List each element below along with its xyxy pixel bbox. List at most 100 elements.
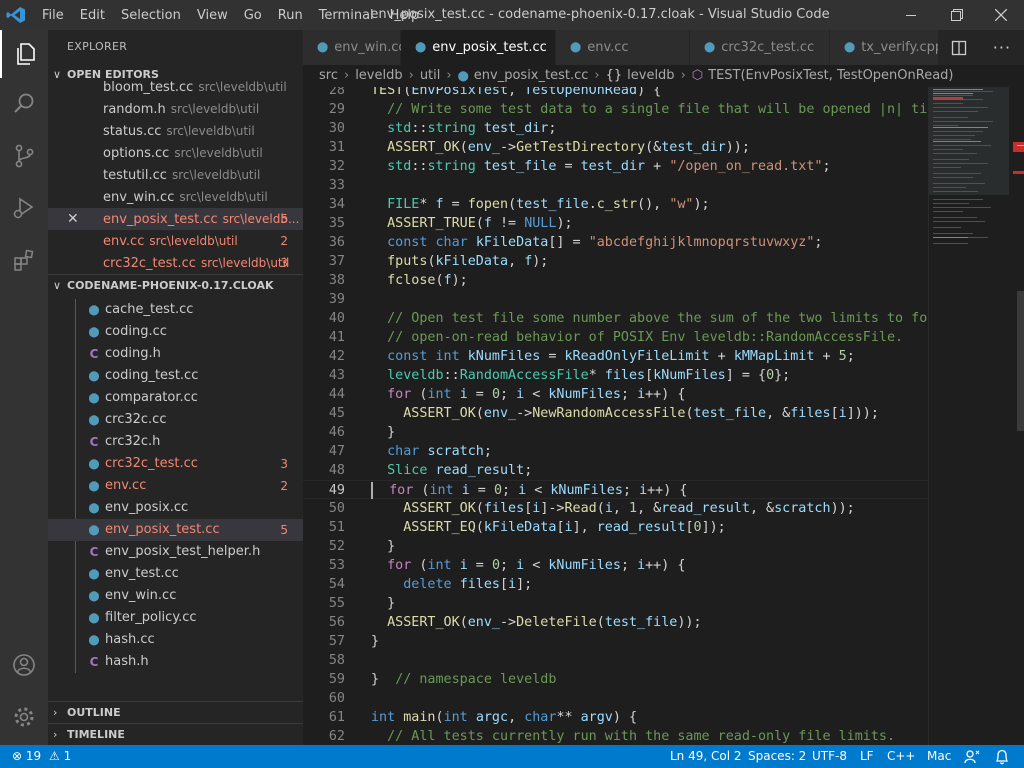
file-tree-item[interactable]: ⬤ hash.cc (48, 629, 303, 651)
line-number: 49 (328, 483, 345, 498)
menu-go[interactable]: Go (236, 8, 270, 23)
file-tree-item[interactable]: ⬤ coding.cc (48, 321, 303, 343)
chevron-right-icon: › (53, 728, 58, 741)
notifications-icon[interactable] (995, 745, 1009, 768)
more-actions-icon[interactable]: ··· (993, 38, 1011, 57)
cpp-file-icon: ⬤ (88, 503, 100, 514)
open-editor-item[interactable]: testutil.cc src\leveldb\util (48, 164, 303, 186)
code-line: 58 (303, 651, 928, 670)
line-number: 37 (328, 254, 345, 269)
eol-status[interactable]: LF (860, 745, 874, 768)
open-editor-item[interactable]: ✕ env_posix_test.cc src\leveldb... 5 (48, 208, 303, 230)
tab-env-win-cc[interactable]: ⬤ env_win.cc (303, 30, 406, 65)
open-editor-item[interactable]: bloom_test.cc src\leveldb\util (48, 76, 303, 98)
line-number: 34 (328, 197, 345, 212)
code-editor[interactable]: 28 TEST(EnvPosixTest, TestOpenOnRead) {29… (303, 87, 928, 745)
code-line: 43 leveldb::RandomAccessFile* files[kNum… (303, 366, 928, 385)
file-tree-item[interactable]: ⬤ comparator.cc (48, 387, 303, 409)
open-editor-item[interactable]: env_win.cc src\leveldb\util (48, 186, 303, 208)
split-editor-icon[interactable] (951, 40, 967, 56)
open-editor-name: env_posix_test.cc (103, 212, 218, 227)
source-control-icon (15, 144, 34, 168)
minimap-graphic (929, 87, 1024, 431)
file-tree-item[interactable]: ⬤ coding_test.cc (48, 365, 303, 387)
file-tree-item[interactable]: ⬤ env_posix.cc (48, 497, 303, 519)
code-text: } // namespace leveldb (371, 672, 557, 687)
outline-header[interactable]: › OUTLINE (48, 701, 303, 723)
close-icon[interactable]: ✕ (67, 208, 79, 230)
menu-selection[interactable]: Selection (113, 8, 189, 23)
file-tree-item[interactable]: ⬤ env_test.cc (48, 563, 303, 585)
manage-activity[interactable] (0, 693, 48, 741)
accounts-activity[interactable] (0, 641, 48, 689)
tab-crc32c-test-cc[interactable]: ⬤ crc32c_test.cc (690, 30, 830, 65)
file-name: env_posix_test.cc (105, 522, 220, 537)
close-window-button[interactable] (978, 0, 1024, 30)
breadcrumb-leveldb[interactable]: leveldb (355, 68, 402, 83)
breadcrumb-namespace[interactable]: leveldb (627, 68, 674, 83)
breadcrumb-file[interactable]: env_posix_test.cc (474, 68, 589, 83)
feedback-icon[interactable] (964, 745, 980, 768)
minimap[interactable] (928, 87, 1024, 745)
open-editor-name: testutil.cc (103, 168, 167, 183)
file-tree-item[interactable]: ⬤ cache_test.cc (48, 299, 303, 321)
code-line: 46 } (303, 423, 928, 442)
platform-status[interactable]: Mac (927, 745, 951, 768)
menu-edit[interactable]: Edit (72, 8, 113, 23)
tab-tx-verify-cpp[interactable]: ⬤ tx_verify.cpp (830, 30, 950, 65)
minimize-button[interactable] (888, 0, 934, 30)
problem-badge: 5 (280, 212, 288, 226)
file-tree-item[interactable]: ⬤ filter_policy.cc (48, 607, 303, 629)
breadcrumb-src[interactable]: src (319, 68, 338, 83)
code-text: ASSERT_TRUE(f != NULL); (387, 216, 573, 231)
breadcrumb-symbol[interactable]: TEST(EnvPosixTest, TestOpenOnRead) (708, 68, 953, 83)
file-tree-item[interactable]: Ccrc32c.h (48, 431, 303, 453)
file-tree-item[interactable]: Chash.h (48, 651, 303, 673)
explorer-activity[interactable] (0, 30, 48, 78)
code-line: 56 ASSERT_OK(env_->DeleteFile(test_file)… (303, 613, 928, 632)
open-editor-item[interactable]: status.cc src\leveldb\util (48, 120, 303, 142)
breadcrumb-util[interactable]: util (420, 68, 441, 83)
search-activity[interactable] (0, 80, 48, 128)
open-editor-item[interactable]: env.cc src\leveldb\util 2 (48, 230, 303, 252)
open-editor-item[interactable]: random.h src\leveldb\util (48, 98, 303, 120)
tab-env-posix-test-cc[interactable]: ⬤env_posix_test.cc✕ (401, 30, 567, 65)
file-tree-item[interactable]: ⬤ crc32c.cc (48, 409, 303, 431)
tab-env-cc[interactable]: ⬤ env.cc (556, 30, 690, 65)
code-line: 51 ASSERT_EQ(kFileData[i], read_result[0… (303, 518, 928, 537)
source-control-activity[interactable] (0, 132, 48, 180)
line-number: 32 (328, 159, 345, 174)
code-line: 61 int main(int argc, char** argv) { (303, 708, 928, 727)
files-icon (17, 43, 35, 65)
open-editor-path: src\leveldb\util (179, 190, 268, 204)
language-mode[interactable]: C++ (887, 745, 916, 768)
close-icon (995, 9, 1007, 21)
menu-view[interactable]: View (189, 8, 236, 23)
code-text: FILE* f = fopen(test_file.c_str(), "w"); (387, 197, 710, 212)
tab-label: env_win.cc (334, 40, 406, 55)
menu-file[interactable]: File (34, 8, 72, 23)
menu-run[interactable]: Run (270, 8, 311, 23)
file-tree-item[interactable]: ⬤ env_win.cc (48, 585, 303, 607)
file-tree-item[interactable]: Cenv_posix_test_helper.h (48, 541, 303, 563)
extensions-activity[interactable] (0, 236, 48, 284)
code-text: const int kNumFiles = kReadOnlyFileLimit… (387, 349, 855, 364)
open-editor-name: crc32c_test.cc (103, 256, 196, 271)
cursor-position[interactable]: Ln 49, Col 2 (670, 745, 742, 768)
open-editor-item[interactable]: crc32c_test.cc src\leveldb\util 3 (48, 252, 303, 274)
file-tree-item[interactable]: Ccoding.h (48, 343, 303, 365)
problems-status[interactable]: ⊗ 19 ⚠ 1 (12, 745, 71, 768)
maximize-button[interactable] (934, 0, 980, 30)
timeline-header[interactable]: › TIMELINE (48, 723, 303, 745)
open-editor-path: src\leveldb\util (200, 256, 290, 270)
cpp-file-icon: ⬤ (415, 42, 427, 53)
folder-header[interactable]: ∨ CODENAME-PHOENIX-0.17.CLOAK (48, 274, 303, 296)
file-tree-item[interactable]: ⬤ env.cc 2 (48, 475, 303, 497)
file-tree-item[interactable]: ⬤ env_posix_test.cc 5 (48, 519, 303, 541)
encoding-status[interactable]: UTF-8 (812, 745, 847, 768)
open-editor-item[interactable]: options.cc src\leveldb\util (48, 142, 303, 164)
indentation-status[interactable]: Spaces: 2 (748, 745, 806, 768)
file-tree-item[interactable]: ⬤ crc32c_test.cc 3 (48, 453, 303, 475)
run-debug-activity[interactable] (0, 184, 48, 232)
line-number: 55 (328, 596, 345, 611)
